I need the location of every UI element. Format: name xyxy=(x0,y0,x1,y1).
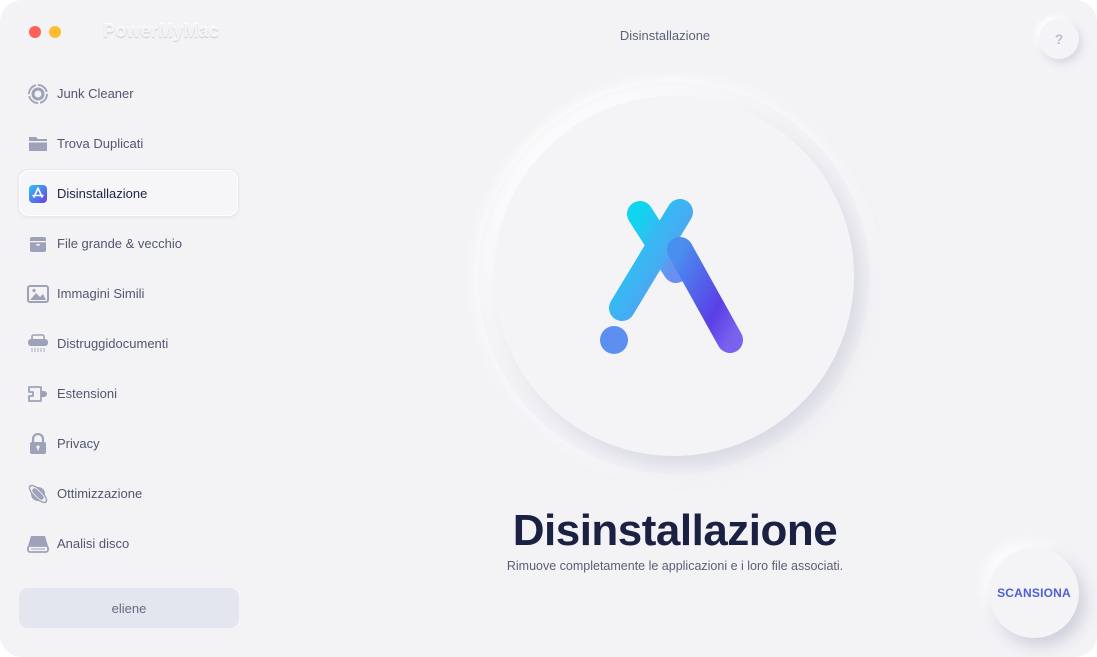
shredder-icon xyxy=(27,334,49,354)
sidebar-item-label: Junk Cleaner xyxy=(57,85,134,101)
junk-cleaner-icon xyxy=(27,84,49,104)
app-uninstaller-icon xyxy=(585,199,763,354)
sidebar-item-file-grande[interactable]: File grande & vecchio xyxy=(19,220,238,266)
scan-button[interactable]: SCANSIONA xyxy=(989,548,1079,638)
sidebar-item-disinstallazione[interactable]: Disinstallazione xyxy=(19,170,238,216)
folder-icon xyxy=(27,134,49,154)
main-title: Disinstallazione xyxy=(512,506,838,555)
minimize-window-button[interactable] xyxy=(49,26,61,38)
lock-icon xyxy=(27,433,49,454)
close-window-button[interactable] xyxy=(29,26,41,38)
sidebar-item-label: Trova Duplicati xyxy=(57,135,144,151)
sidebar-item-label: Distruggidocumenti xyxy=(57,335,169,351)
sidebar-item-label: Analisi disco xyxy=(57,535,130,551)
sidebar-item-privacy[interactable]: Privacy xyxy=(19,420,238,466)
archive-box-icon xyxy=(27,234,49,254)
sidebar-item-label: Disinstallazione xyxy=(57,185,148,201)
planet-icon xyxy=(27,484,49,504)
plugin-icon xyxy=(27,384,49,404)
image-icon xyxy=(27,284,49,304)
disk-icon xyxy=(27,534,49,554)
sidebar-item-label: Privacy xyxy=(57,435,100,451)
app-window: PowerMyMac Disinstallazione ? Junk Clean… xyxy=(0,0,1097,657)
question-icon: ? xyxy=(1054,31,1064,47)
sidebar-item-analisi-disco[interactable]: Analisi disco xyxy=(19,520,238,566)
sidebar-item-junk-cleaner[interactable]: Junk Cleaner xyxy=(19,70,238,116)
sidebar-item-label: File grande & vecchio xyxy=(57,235,183,251)
main-subtitle: Rimuove completamente le applicazioni e … xyxy=(506,559,844,573)
user-account-button[interactable]: eliene xyxy=(19,588,239,628)
sidebar-item-ottimizzazione[interactable]: Ottimizzazione xyxy=(19,470,238,516)
app-brand: PowerMyMac xyxy=(103,21,220,41)
sidebar-item-trova-duplicati[interactable]: Trova Duplicati xyxy=(19,120,238,166)
sidebar-item-estensioni[interactable]: Estensioni xyxy=(19,370,238,416)
sidebar-item-label: Estensioni xyxy=(57,385,117,401)
app-store-icon xyxy=(27,184,49,204)
help-button[interactable]: ? xyxy=(1039,19,1079,59)
sidebar-item-label: Ottimizzazione xyxy=(57,485,143,501)
sidebar-item-distruggidocumenti[interactable]: Distruggidocumenti xyxy=(19,320,238,366)
sidebar-item-label: Immagini Simili xyxy=(57,285,145,301)
sidebar-item-immagini-simili[interactable]: Immagini Simili xyxy=(19,270,238,316)
page-header-title: Disinstallazione xyxy=(619,28,711,43)
